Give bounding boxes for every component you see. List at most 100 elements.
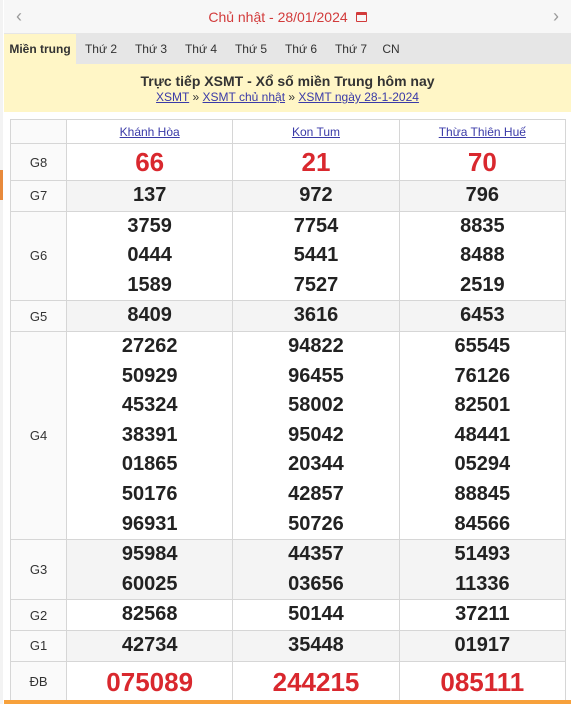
result-cell: 796 <box>398 180 567 212</box>
result-number: 50176 <box>121 482 178 505</box>
results-table: Khánh Hòa Kon Tum Thừa Thiên Huế G8 66 21 7… <box>10 119 567 703</box>
result-cell: 137 <box>65 180 234 212</box>
prize-row-g1: G1 42734 35448 01917 <box>10 629 567 662</box>
result-number: 0444 <box>127 244 172 267</box>
prize-row-g4: G4 27262 50929 45324 38391 01865 50176 96931 948… <box>10 330 567 541</box>
prize-row-g6: G6 3759 0444 1589 7754 5441 7527 8835 8488 2519 <box>10 210 567 302</box>
result-number: 01865 <box>121 453 178 476</box>
result-number: 84566 <box>454 512 511 535</box>
result-number: 972 <box>299 184 333 206</box>
result-cell: 01917 <box>398 629 567 662</box>
prize-row-g5: G5 8409 3616 6453 <box>10 300 567 332</box>
result-cell: 51493 11336 <box>398 539 567 601</box>
result-cell: 075089 <box>65 660 234 703</box>
tab-cn[interactable]: CN <box>376 34 406 64</box>
tab-thu-5[interactable]: Thứ 5 <box>226 34 276 64</box>
result-number: 27262 <box>121 334 178 357</box>
result-cell: 42734 <box>65 629 234 662</box>
prize-label: G2 <box>10 599 67 631</box>
result-number: 66 <box>135 147 165 177</box>
result-number: 48441 <box>454 423 511 446</box>
result-number: 3616 <box>293 304 339 327</box>
result-number: 50726 <box>288 512 344 535</box>
result-number: 50929 <box>121 364 178 387</box>
prize-row-g2: G2 82568 50144 37211 <box>10 599 567 631</box>
prize-label: G6 <box>10 210 67 302</box>
result-number: 7754 <box>293 214 339 237</box>
result-number: 35448 <box>288 633 344 656</box>
result-cell: 8835 8488 2519 <box>398 210 567 302</box>
result-number: 1589 <box>127 273 172 296</box>
result-cell: 085111 <box>398 660 567 703</box>
result-number: 20344 <box>288 453 344 476</box>
result-number: 94822 <box>288 334 344 357</box>
result-cell: 3616 <box>232 300 400 332</box>
result-number: 82568 <box>121 603 178 626</box>
result-number: 88845 <box>454 482 511 505</box>
result-number: 44357 <box>288 543 344 566</box>
province-link-kon-tum[interactable]: Kon Tum <box>292 125 340 139</box>
result-number: 96931 <box>121 512 178 535</box>
result-number: 05294 <box>454 453 511 476</box>
result-cell: 244215 <box>232 660 400 703</box>
result-cell: 3759 0444 1589 <box>65 210 234 302</box>
prev-day-icon[interactable]: ‹ <box>16 6 22 27</box>
result-cell: 7754 5441 7527 <box>232 210 400 302</box>
result-cell: 50144 <box>232 599 400 631</box>
left-edge <box>0 0 3 704</box>
prize-label: G7 <box>10 180 67 212</box>
province-cell: Thừa Thiên Huế <box>398 119 567 144</box>
tab-thu-6[interactable]: Thứ 6 <box>276 34 326 64</box>
result-cell: 27262 50929 45324 38391 01865 50176 96931 <box>65 330 234 541</box>
calendar-icon[interactable] <box>355 11 367 22</box>
result-number: 8835 <box>460 214 505 237</box>
result-number: 37211 <box>455 603 510 626</box>
breadcrumb-xsmt-chu-nhat[interactable]: XSMT chủ nhật <box>203 90 286 104</box>
province-cell: Khánh Hòa <box>65 119 234 144</box>
result-cell: 65545 76126 82501 48441 05294 88845 84566 <box>398 330 567 541</box>
prize-rows: G8 66 21 70 G7 137 972 796 G6 3759 0444 1589 7754 544… <box>10 143 567 703</box>
prize-row-g7: G7 137 972 796 <box>10 180 567 212</box>
date-navigator: ‹ Chủ nhật - 28/01/2024 › <box>4 0 571 34</box>
result-number: 82501 <box>454 394 511 417</box>
result-number: 65545 <box>454 334 511 357</box>
result-cell: 94822 96455 58002 95042 20344 42857 50726 <box>232 330 400 541</box>
result-number: 075089 <box>106 666 194 697</box>
prize-row-g3: G3 95984 60025 44357 03656 51493 11336 <box>10 539 567 601</box>
result-cell: 8409 <box>65 300 234 332</box>
next-day-icon[interactable]: › <box>553 6 559 27</box>
province-header-row: Khánh Hòa Kon Tum Thừa Thiên Huế <box>10 119 567 144</box>
result-number: 6453 <box>460 304 505 327</box>
result-number: 01917 <box>454 633 511 656</box>
result-cell: 95984 60025 <box>65 539 234 601</box>
result-number: 58002 <box>288 394 344 417</box>
breadcrumb-xsmt-date[interactable]: XSMT ngày 28-1-2024 <box>298 90 419 104</box>
result-number: 8488 <box>460 244 505 267</box>
prize-label: ĐB <box>10 660 67 703</box>
tab-thu-2[interactable]: Thứ 2 <box>76 34 126 64</box>
province-link-khanh-hoa[interactable]: Khánh Hòa <box>120 125 180 139</box>
page-title: Trực tiếp XSMT - Xổ số miền Trung hôm na… <box>140 73 435 89</box>
result-cell: 44357 03656 <box>232 539 400 601</box>
prize-row-db: ĐB 075089 244215 085111 <box>10 660 567 703</box>
province-link-thua-thien-hue[interactable]: Thừa Thiên Huế <box>439 125 526 139</box>
tab-thu-4[interactable]: Thứ 4 <box>176 34 226 64</box>
result-number: 137 <box>132 184 167 206</box>
result-number: 60025 <box>121 572 178 595</box>
result-number: 21 <box>301 147 331 177</box>
tab-thu-7[interactable]: Thứ 7 <box>326 34 376 64</box>
result-number: 5441 <box>293 244 339 267</box>
breadcrumb-xsmt[interactable]: XSMT <box>156 90 189 104</box>
result-number: 8409 <box>127 304 172 327</box>
result-number: 796 <box>465 184 500 206</box>
result-number: 42734 <box>121 633 178 656</box>
result-number: 085111 <box>440 666 525 697</box>
prize-row-g8: G8 66 21 70 <box>10 143 567 181</box>
current-date: Chủ nhật - 28/01/2024 <box>208 8 348 25</box>
day-tabs: Miền trung Thứ 2 Thứ 3 Thứ 4 Thứ 5 Thứ 6… <box>4 34 571 64</box>
tab-mien-trung[interactable]: Miền trung <box>4 34 76 64</box>
result-number: 38391 <box>121 423 178 446</box>
result-number: 50144 <box>288 603 344 626</box>
result-number: 51493 <box>454 543 511 566</box>
tab-thu-3[interactable]: Thứ 3 <box>126 34 176 64</box>
